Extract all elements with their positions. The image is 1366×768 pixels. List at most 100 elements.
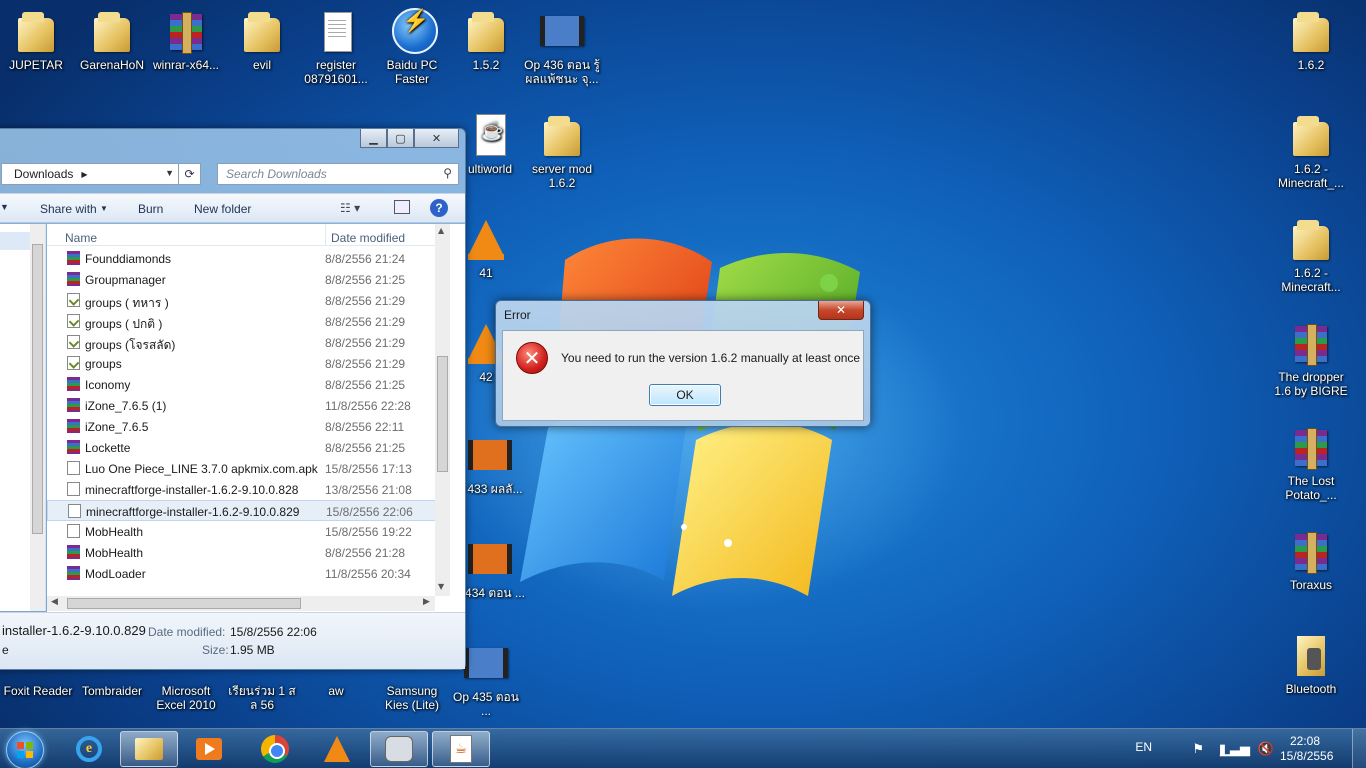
action-center-flag-icon[interactable]: ⚑: [1192, 741, 1204, 757]
file-row[interactable]: MobHealth 15/8/2556 19:22: [47, 521, 449, 542]
file-date-modified: 8/8/2556 21:24: [325, 252, 406, 266]
nav-scroll-thumb[interactable]: [32, 244, 43, 534]
column-date-modified[interactable]: Date modified: [331, 231, 405, 245]
file-row[interactable]: groups ( ทหาร ) 8/8/2556 21:29: [47, 290, 449, 311]
file-row[interactable]: Iconomy 8/8/2556 21:25: [47, 374, 449, 395]
file-row[interactable]: ModLoader 11/8/2556 20:34: [47, 563, 449, 584]
file-row[interactable]: Groupmanager 8/8/2556 21:25: [47, 269, 449, 290]
desktop-icon-thai-folder[interactable]: เรียนร่วม 1 ส ล 56: [224, 684, 300, 712]
search-icon[interactable]: ⚲: [443, 166, 452, 180]
taskbar-samsung-kies[interactable]: [370, 731, 428, 767]
desktop-icon-excel[interactable]: Microsoft Excel 2010: [148, 684, 224, 712]
file-list-scroll-thumb[interactable]: [437, 356, 448, 472]
desktop-icon-baidu[interactable]: Baidu PC Faster: [374, 8, 450, 86]
error-dialog[interactable]: Error ✕ ✕ You need to run the version 1.…: [495, 300, 871, 427]
scroll-right-icon[interactable]: ▶: [423, 597, 430, 607]
taskbar-chrome[interactable]: [246, 731, 304, 767]
explorer-folder-icon: [135, 738, 163, 760]
desktop-icon-samsung-kies[interactable]: Samsung Kies (Lite): [374, 684, 450, 712]
file-row[interactable]: iZone_7.6.5 8/8/2556 22:11: [47, 416, 449, 437]
address-bar[interactable]: Downloads ▶ ▼ ⟳: [1, 163, 201, 185]
desktop-icon-evil[interactable]: evil: [224, 8, 300, 72]
file-row[interactable]: groups (โจรสลัด) 8/8/2556 21:29: [47, 332, 449, 353]
explorer-window[interactable]: ▁ ▢ ✕ Downloads ▶ ▼ ⟳ Search Downloads ⚲…: [0, 128, 466, 670]
file-row[interactable]: Luo One Piece_LINE 3.7.0 apkmix.com.apk 1…: [47, 458, 449, 479]
column-name[interactable]: Name: [65, 231, 97, 245]
desktop-icon-label: Microsoft Excel 2010: [156, 684, 216, 712]
desktop-icon-register[interactable]: register 08791601...: [298, 8, 374, 86]
clock-date: 15/8/2556: [1280, 749, 1334, 763]
language-indicator[interactable]: EN: [1135, 740, 1152, 754]
breadcrumb-chevron-icon[interactable]: ▶: [81, 170, 87, 179]
file-row[interactable]: minecraftforge-installer-1.6.2-9.10.0.82…: [47, 479, 449, 500]
view-options-icon[interactable]: ☷ ▾: [340, 201, 360, 215]
minimize-button[interactable]: ▁: [360, 129, 387, 148]
start-button[interactable]: [6, 731, 44, 768]
maximize-button[interactable]: ▢: [387, 129, 414, 148]
file-list-scrollbar[interactable]: ▲ ▼: [435, 224, 450, 596]
desktop-icon-winrar[interactable]: winrar-x64...: [148, 8, 224, 72]
desktop-icon-foxit[interactable]: Foxit Reader: [0, 684, 76, 698]
file-row[interactable]: minecraftforge-installer-1.6.2-9.10.0.82…: [47, 500, 449, 521]
desktop-icon-the-dropper[interactable]: The dropper 1.6 by BIGRE: [1273, 320, 1349, 398]
bluetooth-folder-icon: [1287, 632, 1335, 678]
new-folder-button[interactable]: New folder: [194, 202, 251, 216]
clock[interactable]: 22:08 15/8/2556: [1280, 734, 1334, 764]
organize-fragment-icon[interactable]: ▼: [0, 202, 9, 212]
horizontal-scrollbar[interactable]: ◀ ▶: [47, 596, 435, 611]
scroll-down-icon[interactable]: ▼: [438, 582, 444, 591]
desktop-icon-tombraider[interactable]: Tombraider: [74, 684, 150, 698]
preview-pane-icon[interactable]: [394, 200, 410, 214]
file-row[interactable]: groups ( ปกติ ) 8/8/2556 21:29: [47, 311, 449, 332]
desktop-icon-garenahon[interactable]: GarenaHoN: [74, 8, 150, 72]
nav-scrollbar[interactable]: [30, 224, 45, 611]
share-with-button[interactable]: Share with: [40, 202, 97, 216]
burn-button[interactable]: Burn: [138, 202, 163, 216]
volume-muted-icon[interactable]: 🔇: [1258, 741, 1274, 757]
ok-button[interactable]: OK: [649, 384, 721, 406]
desktop-icon-1-6-2-minecraft-2[interactable]: 1.6.2 -Minecraft...: [1273, 216, 1349, 294]
desktop-icon-toraxus[interactable]: Toraxus: [1273, 528, 1349, 592]
column-separator[interactable]: [325, 224, 326, 246]
nav-selected-item[interactable]: [0, 232, 30, 250]
text-file-icon: [67, 335, 80, 349]
file-row[interactable]: Founddiamonds 8/8/2556 21:24: [47, 248, 449, 269]
file-row[interactable]: iZone_7.6.5 (1) 11/8/2556 22:28: [47, 395, 449, 416]
file-row[interactable]: Lockette 8/8/2556 21:25: [47, 437, 449, 458]
desktop-icon-jupetar[interactable]: JUPETAR: [0, 8, 74, 72]
desktop-icon-the-lost-potato[interactable]: The Lost Potato_...: [1273, 424, 1349, 502]
file-row[interactable]: MobHealth 8/8/2556 21:28: [47, 542, 449, 563]
taskbar-windows-explorer[interactable]: [120, 731, 178, 767]
file-date-modified: 8/8/2556 21:29: [325, 336, 406, 350]
taskbar-vlc[interactable]: [308, 731, 366, 767]
desktop-icon-aw[interactable]: aw: [298, 684, 374, 698]
scroll-left-icon[interactable]: ◀: [51, 597, 58, 607]
help-icon[interactable]: ?: [430, 199, 448, 217]
desktop-icon-1-6-2[interactable]: 1.6.2: [1273, 8, 1349, 72]
refresh-icon[interactable]: ⟳: [178, 164, 200, 184]
desktop-icon-label: Op 435 ตอน ...: [453, 690, 519, 718]
desktop-icon-server-mod[interactable]: server mod 1.6.2: [524, 112, 600, 190]
error-icon: ✕: [516, 342, 548, 374]
file-list[interactable]: Name Date modified Founddiamonds 8/8/2556…: [47, 224, 465, 612]
scroll-up-icon[interactable]: ▲: [438, 226, 444, 235]
taskbar-media-player[interactable]: [180, 731, 238, 767]
text-file-icon: [67, 314, 80, 328]
dialog-close-button[interactable]: ✕: [818, 301, 864, 320]
search-input[interactable]: Search Downloads ⚲: [217, 163, 459, 185]
navigation-pane[interactable]: [0, 224, 46, 611]
taskbar-internet-explorer[interactable]: e: [60, 731, 118, 767]
desktop-icon-op436[interactable]: Op 436 ตอน รู้ผลแพ้ชนะ จุ...: [524, 8, 600, 86]
desktop-icon-1-5-2[interactable]: 1.5.2: [448, 8, 524, 72]
taskbar-java[interactable]: ☕: [432, 731, 490, 767]
desktop-icon-bluetooth[interactable]: Bluetooth: [1273, 632, 1349, 696]
network-signal-icon[interactable]: ▁▃▅: [1220, 741, 1250, 757]
desktop-icon-1-6-2-minecraft[interactable]: 1.6.2 - Minecraft_...: [1273, 112, 1349, 190]
breadcrumb[interactable]: Downloads: [14, 167, 73, 181]
share-dropdown-icon[interactable]: ▼: [100, 204, 108, 213]
show-desktop-button[interactable]: [1352, 729, 1366, 768]
horizontal-scroll-thumb[interactable]: [67, 598, 301, 609]
close-button[interactable]: ✕: [414, 129, 459, 148]
file-row[interactable]: groups 8/8/2556 21:29: [47, 353, 449, 374]
address-dropdown-icon[interactable]: ▼: [165, 168, 174, 178]
